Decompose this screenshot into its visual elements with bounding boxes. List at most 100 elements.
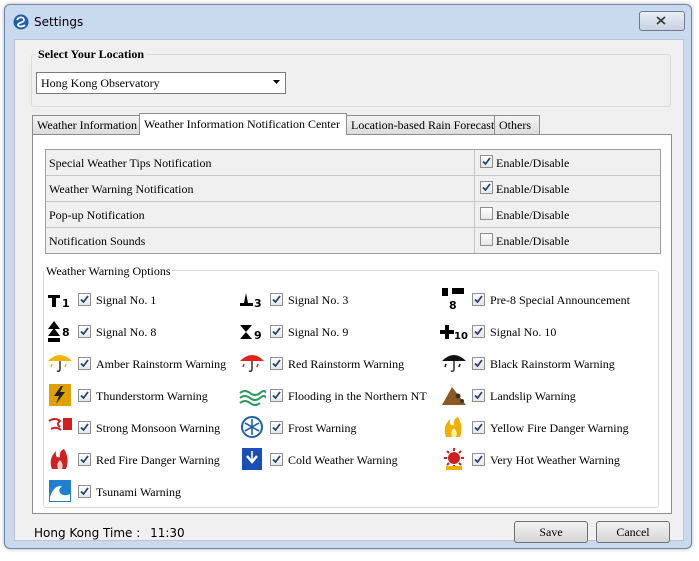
signal-1-checkbox[interactable]: [78, 293, 91, 306]
red-rainstorm-checkbox[interactable]: [270, 357, 283, 370]
title-bar: Settings: [5, 5, 691, 39]
warning-label: Red Rainstorm Warning: [288, 357, 405, 371]
svg-text:1: 1: [62, 297, 70, 310]
warning-options-group: Weather Warning Options 1 Signal No. 1 3…: [43, 264, 659, 508]
warning-label: Pre-8 Special Announcement: [490, 293, 630, 307]
red-fire-checkbox[interactable]: [78, 453, 91, 466]
checkmark-icon: [474, 391, 483, 400]
thunderstorm-checkbox[interactable]: [78, 389, 91, 402]
warning-label: Frost Warning: [288, 421, 357, 435]
yellow-fire-checkbox[interactable]: [472, 421, 485, 434]
checkmark-icon: [474, 455, 483, 464]
monsoon-icon: [48, 418, 72, 431]
very-hot-checkbox[interactable]: [472, 453, 485, 466]
checkmark-icon: [272, 295, 281, 304]
chevron-down-icon: [273, 80, 280, 84]
app-logo-icon: [13, 14, 29, 30]
warning-options-title: Weather Warning Options: [44, 264, 173, 279]
warning-label: Signal No. 9: [288, 325, 349, 339]
checkmark-icon: [272, 359, 281, 368]
tsunami-checkbox[interactable]: [78, 485, 91, 498]
checkmark-icon: [80, 359, 89, 368]
pre-8-checkbox[interactable]: [472, 293, 485, 306]
amber-rainstorm-icon: [48, 355, 72, 372]
notification-option-label: Enable/Disable: [496, 234, 570, 248]
signal-9-icon: 9: [240, 325, 262, 342]
notification-row: Weather Warning Notification Enable/Disa…: [46, 176, 660, 202]
tab-weather-information[interactable]: Weather Information: [32, 115, 140, 134]
signal-10-icon: 10: [440, 325, 468, 342]
tab-notification-center[interactable]: Weather Information Notification Center: [139, 113, 347, 135]
warning-label: Signal No. 1: [96, 293, 157, 307]
yellow-fire-icon: [444, 417, 462, 437]
checkmark-icon: [474, 359, 483, 368]
signal-9-checkbox[interactable]: [270, 325, 283, 338]
checkmark-icon: [474, 423, 483, 432]
flooding-checkbox[interactable]: [270, 389, 283, 402]
signal-8-checkbox[interactable]: [78, 325, 91, 338]
landslip-checkbox[interactable]: [472, 389, 485, 402]
red-rainstorm-icon: [240, 355, 264, 372]
hong-kong-time-value: 11:30: [150, 526, 185, 540]
notification-center-panel: Special Weather Tips Notification Enable…: [32, 134, 672, 514]
signal-3-checkbox[interactable]: [270, 293, 283, 306]
checkmark-icon: [80, 295, 89, 304]
svg-text:9: 9: [254, 329, 262, 342]
checkmark-icon: [482, 183, 491, 192]
notification-row: Pop-up Notification Enable/Disable: [46, 202, 660, 228]
svg-text:8: 8: [449, 299, 457, 311]
location-select-value: Hong Kong Observatory: [41, 76, 160, 90]
amber-rainstorm-checkbox[interactable]: [78, 357, 91, 370]
pre-8-icon: 8: [442, 288, 464, 311]
tab-rain-forecast[interactable]: Location-based Rain Forecast: [346, 115, 501, 134]
monsoon-checkbox[interactable]: [78, 421, 91, 434]
warning-label: Thunderstorm Warning: [96, 389, 208, 403]
checkmark-icon: [474, 295, 483, 304]
black-rainstorm-icon: [442, 355, 466, 372]
warning-label: Cold Weather Warning: [288, 453, 398, 467]
status-bar: Hong Kong Time : 11:30: [34, 526, 185, 540]
black-rainstorm-checkbox[interactable]: [472, 357, 485, 370]
warning-notification-checkbox[interactable]: [480, 181, 493, 194]
frost-checkbox[interactable]: [270, 421, 283, 434]
warning-label: Amber Rainstorm Warning: [96, 357, 227, 371]
settings-window: Settings Select Your Location Hong Kong …: [4, 4, 692, 549]
warning-label: Landslip Warning: [490, 389, 576, 403]
notification-table: Special Weather Tips Notification Enable…: [45, 149, 661, 254]
close-icon: [656, 16, 666, 25]
special-tips-checkbox[interactable]: [480, 155, 493, 168]
tab-others[interactable]: Others: [494, 115, 540, 134]
thunderstorm-icon: [49, 384, 71, 406]
checkmark-icon: [272, 391, 281, 400]
signal-10-checkbox[interactable]: [472, 325, 485, 338]
notification-sounds-checkbox[interactable]: [480, 233, 493, 246]
save-button[interactable]: Save: [514, 521, 588, 543]
checkmark-icon: [80, 327, 89, 336]
signal-3-icon: 3: [240, 293, 262, 310]
location-group-title: Select Your Location: [36, 47, 146, 62]
location-group: Select Your Location Hong Kong Observato…: [31, 47, 671, 107]
notification-label: Special Weather Tips Notification: [49, 156, 212, 170]
warning-label: Strong Monsoon Warning: [96, 421, 221, 435]
cancel-button[interactable]: Cancel: [596, 521, 670, 543]
close-button[interactable]: [639, 11, 685, 31]
svg-text:8: 8: [62, 326, 70, 339]
cold-weather-icon: [242, 448, 262, 470]
location-select[interactable]: Hong Kong Observatory: [36, 72, 286, 94]
warning-label: Flooding in the Northern NT: [288, 389, 427, 403]
popup-notification-checkbox[interactable]: [480, 207, 493, 220]
notification-option-label: Enable/Disable: [496, 156, 570, 170]
notification-label: Notification Sounds: [49, 234, 146, 248]
svg-text:3: 3: [254, 297, 262, 310]
flooding-icon: [239, 390, 266, 406]
settings-body: Select Your Location Hong Kong Observato…: [14, 39, 684, 543]
warning-label: Signal No. 3: [288, 293, 349, 307]
warning-label: Tsunami Warning: [96, 485, 181, 499]
signal-8-icon: 8: [48, 321, 70, 342]
cold-weather-checkbox[interactable]: [270, 453, 283, 466]
red-fire-icon: [50, 449, 68, 469]
warning-label: Signal No. 10: [490, 325, 557, 339]
notification-option-label: Enable/Disable: [496, 182, 570, 196]
checkmark-icon: [474, 327, 483, 336]
checkmark-icon: [272, 423, 281, 432]
